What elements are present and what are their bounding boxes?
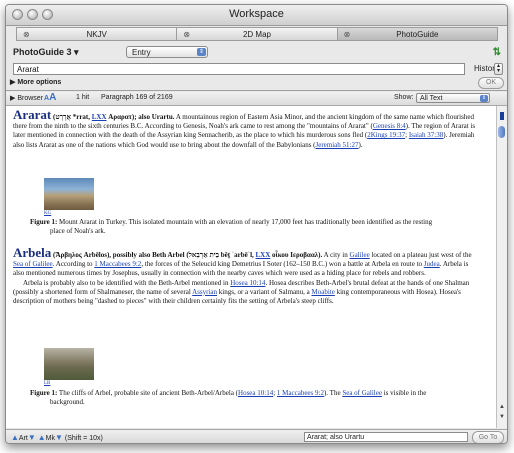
photo-mount-ararat[interactable] xyxy=(44,178,94,210)
entry-text: . According to xyxy=(52,260,95,269)
browser-bar: ▶ Browser AA 1 hit Paragraph 169 of 2169… xyxy=(6,92,507,106)
reference-input[interactable]: Ararat; also Urartu xyxy=(304,432,468,442)
place-link[interactable]: Judea xyxy=(424,260,440,268)
font-size-control[interactable]: AA xyxy=(44,92,56,103)
photo-cliffs-of-arbel[interactable] xyxy=(44,348,94,380)
tab-bar: ⊗ NKJV ⊗ 2D Map ⊗ PhotoGuide xyxy=(16,27,498,41)
next-article-icon[interactable]: ▼ xyxy=(28,433,36,442)
figure-label: Figure 1: xyxy=(30,218,58,226)
more-options-toggle[interactable]: ▶ More options xyxy=(10,78,61,86)
entry-heading: Arbela xyxy=(13,245,52,260)
figure-label: Figure 1: xyxy=(30,389,58,397)
more-options-label: More options xyxy=(17,79,62,86)
tab-photoguide[interactable]: ⊗ PhotoGuide xyxy=(336,27,498,41)
scripture-link[interactable]: 1 Maccabees 9:2 xyxy=(277,389,324,397)
scripture-link[interactable]: 1 Maccabees 9:2 xyxy=(94,260,141,268)
stepper-arrows-icon: ⇕ xyxy=(480,95,488,102)
scripture-link[interactable]: Isaiah 37:38 xyxy=(409,131,443,139)
sync-icon[interactable]: ⇅ xyxy=(493,47,501,58)
tab-label: PhotoGuide xyxy=(396,30,439,39)
hit-count: 1 hit xyxy=(76,94,90,101)
previous-mark-icon[interactable]: ▲ xyxy=(38,433,46,442)
show-select[interactable]: All Text ⇕ xyxy=(416,93,490,103)
entry-original: (אֲרָרָט *rrat, xyxy=(51,113,92,121)
entry-lxx-text: οἶκου Ιεροβααλ). xyxy=(270,251,323,259)
place-link[interactable]: Galilee xyxy=(350,251,370,259)
entry-text: Arbela is probably also to be identified… xyxy=(23,278,231,287)
shift-hint: (Shift = 10x) xyxy=(64,435,103,442)
window-title: Workspace xyxy=(229,8,284,20)
ok-button[interactable]: OK xyxy=(478,77,504,89)
tab-close-icon[interactable]: ⊗ xyxy=(183,28,190,41)
search-input[interactable]: Ararat xyxy=(13,63,465,75)
entry-heading: Ararat xyxy=(13,107,52,122)
text-pane: Ararat (אֲרָרָט *rrat, LXX Αραρατ); also… xyxy=(6,106,496,428)
scripture-link[interactable]: 2Kings 19:37 xyxy=(367,131,405,139)
tab-nkjv[interactable]: ⊗ NKJV xyxy=(16,27,178,41)
topic-link[interactable]: Moabite xyxy=(312,288,335,296)
divider xyxy=(6,90,507,91)
photo-credit-link[interactable]: LB xyxy=(44,381,50,386)
go-to-button[interactable]: Go To xyxy=(472,431,504,443)
show-label: Show: xyxy=(394,94,414,101)
show-select-value: All Text xyxy=(420,95,443,102)
next-mark-icon[interactable]: ▼ xyxy=(55,433,63,442)
figure-text: Mount Ararat in Turkey. This isolated mo… xyxy=(57,218,433,226)
entry-paragraph-2: Arbela is probably also to be identified… xyxy=(13,279,481,307)
place-link[interactable]: Sea of Galilee xyxy=(342,389,382,397)
scroll-up-icon[interactable]: ▲ xyxy=(498,404,506,410)
scroll-down-icon[interactable]: ▼ xyxy=(498,414,506,420)
figure-text: is visible in the xyxy=(381,389,427,397)
tab-label: 2D Map xyxy=(242,30,271,39)
entry-text: ). xyxy=(358,140,363,149)
lxx-link[interactable]: LXX xyxy=(256,251,271,259)
mk-label: Mk xyxy=(45,435,56,442)
module-selector[interactable]: PhotoGuide 3 ▾ xyxy=(13,47,79,58)
scripture-link[interactable]: Jeremiah 51:27 xyxy=(316,141,359,149)
field-select-value: Entry xyxy=(132,48,151,57)
entry-text: kings, or a variant of Salmanu, a xyxy=(217,287,312,296)
scroll-thumb[interactable] xyxy=(498,126,505,138)
title-bar: Workspace xyxy=(6,5,507,26)
tab-label: NKJV xyxy=(86,30,107,39)
workspace-window: Workspace ⊗ NKJV ⊗ 2D Map ⊗ PhotoGuide P… xyxy=(5,4,508,444)
entry-text: , the forces of the Seleucid king Demetr… xyxy=(141,260,424,269)
figure-text: place of Noah's ark. xyxy=(50,227,106,235)
field-select[interactable]: Entry ⇕ xyxy=(126,46,208,58)
place-link[interactable]: Sea of Galilee xyxy=(13,260,53,268)
browser-label: Browser xyxy=(17,95,44,102)
entry-ararat: Ararat (אֲרָרָט *rrat, LXX Αραρατ); also… xyxy=(13,107,481,150)
photo-credit-link[interactable]: KG xyxy=(44,211,51,216)
figure-text: The cliffs of Arbel, probable site of an… xyxy=(57,389,239,397)
browser-toggle[interactable]: ▶ Browser xyxy=(10,94,43,102)
topic-link[interactable]: Assyrian xyxy=(192,288,217,296)
figure-caption: Figure 1: Mount Ararat in Turkey. This i… xyxy=(30,218,470,236)
tab-2d-map[interactable]: ⊗ 2D Map xyxy=(176,27,338,41)
figure-text: background. xyxy=(50,398,85,406)
status-bar: ▲Art▼ ▲Mk▼ (Shift = 10x) Ararat; also Ur… xyxy=(6,429,507,443)
previous-article-icon[interactable]: ▲ xyxy=(11,433,19,442)
scripture-link[interactable]: Hosea 10:14 xyxy=(230,279,265,287)
scripture-link[interactable]: Genesis 8:4 xyxy=(373,122,406,130)
entry-text: located on a plateau just west of the xyxy=(369,251,472,259)
figure-text: ). The xyxy=(323,389,343,397)
lxx-link[interactable]: LXX xyxy=(92,113,107,121)
font-larger-icon[interactable]: A xyxy=(49,92,56,103)
art-label: Art xyxy=(18,435,28,442)
nav-controls: ▲Art▼ ▲Mk▼ (Shift = 10x) xyxy=(11,433,103,442)
entry-original: (Ἄρβηλος Arbēlos), possibly also Beth Ar… xyxy=(51,251,256,259)
scripture-link[interactable]: Hosea 10:14 xyxy=(238,389,273,397)
entry-lxx-text: Αραρατ); also Urartu. xyxy=(106,113,175,121)
history-stepper[interactable]: ▴ ▾ xyxy=(494,63,503,75)
stepper-arrows-icon: ⇕ xyxy=(197,48,206,56)
entry-arbela: Arbela (Ἄρβηλος Arbēlos), possibly also … xyxy=(13,245,481,307)
tab-close-icon[interactable]: ⊗ xyxy=(23,28,30,41)
entry-text: A city in xyxy=(322,251,350,259)
module-toolbar: PhotoGuide 3 ▾ Entry ⇕ ⇅ xyxy=(6,45,507,61)
figure-caption: Figure 1: The cliffs of Arbel, probable … xyxy=(30,389,470,407)
tab-close-icon[interactable]: ⊗ xyxy=(344,28,351,41)
paragraph-position: Paragraph 169 of 2169 xyxy=(101,94,173,101)
hit-marker xyxy=(500,112,504,120)
vertical-scrollbar[interactable]: ▲ ▼ xyxy=(496,106,507,428)
